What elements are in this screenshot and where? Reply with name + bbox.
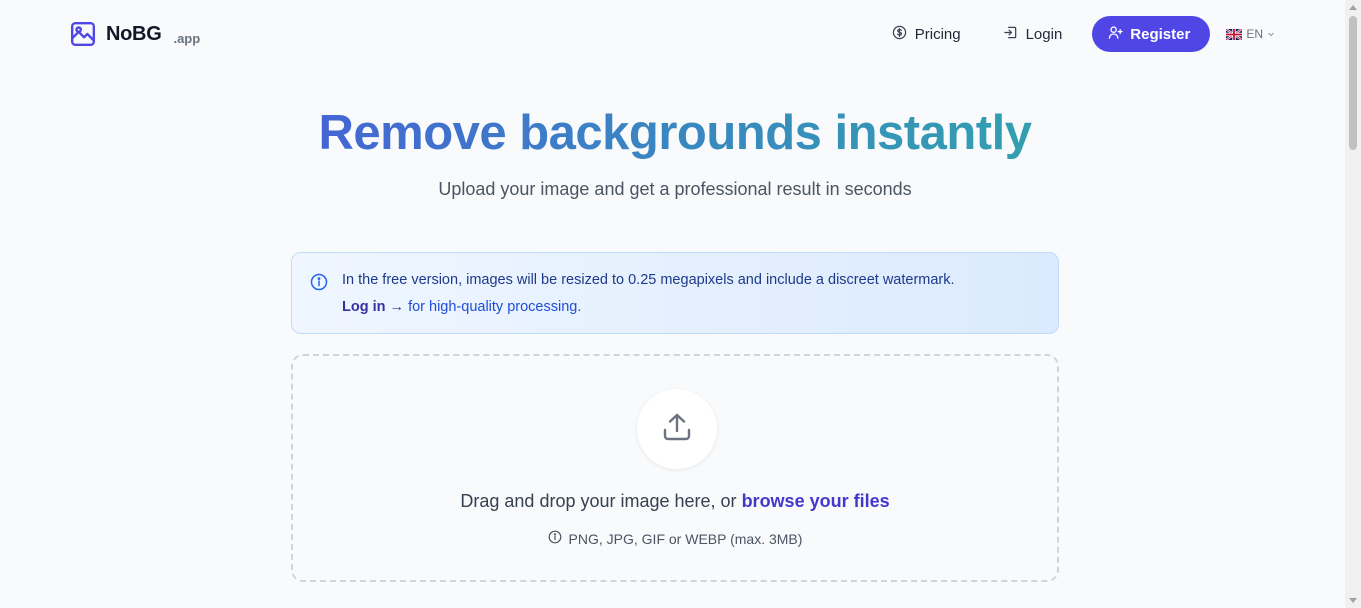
- login-icon: [1003, 25, 1018, 44]
- uk-flag-icon: [1225, 27, 1243, 41]
- brand-logo[interactable]: NoBG .app: [70, 21, 200, 47]
- upload-dropzone[interactable]: Drag and drop your image here, or browse…: [291, 354, 1059, 582]
- user-plus-icon: [1108, 25, 1124, 44]
- scroll-up-arrow-icon[interactable]: [1349, 5, 1357, 10]
- formats-text: PNG, JPG, GIF or WEBP (max. 3MB): [568, 530, 803, 547]
- browse-files-link[interactable]: browse your files: [742, 491, 890, 511]
- image-icon: [70, 21, 96, 47]
- dollar-circle-icon: [892, 25, 907, 44]
- language-selector[interactable]: EN: [1225, 27, 1275, 41]
- notice-text: In the free version, images will be resi…: [342, 271, 955, 333]
- navbar: NoBG .app Pricing Login Register EN: [0, 0, 1345, 68]
- upload-button[interactable]: [637, 389, 717, 469]
- pricing-label: Pricing: [914, 25, 961, 43]
- notice-login-rest: for high-quality processing.: [408, 299, 582, 315]
- pricing-link[interactable]: Pricing: [880, 17, 973, 52]
- info-icon: [310, 273, 328, 291]
- login-label: Login: [1025, 25, 1063, 43]
- scrollbar-thumb[interactable]: [1349, 16, 1357, 150]
- page-subtitle: Upload your image and get a professional…: [438, 179, 912, 199]
- dropzone-instructions: Drag and drop your image here, or browse…: [293, 491, 1057, 512]
- dropzone-formats: PNG, JPG, GIF or WEBP (max. 3MB): [293, 530, 1057, 547]
- register-label: Register: [1130, 25, 1191, 43]
- upload-icon: [660, 410, 694, 449]
- page-title: Remove backgrounds instantly: [0, 104, 1350, 162]
- login-link[interactable]: Login: [991, 17, 1075, 52]
- nav-actions: Pricing Login Register EN: [880, 16, 1275, 52]
- scroll-down-arrow-icon[interactable]: [1349, 598, 1357, 603]
- free-version-notice: In the free version, images will be resi…: [291, 252, 1059, 334]
- brand-suffix: .app: [173, 30, 201, 46]
- notice-login-link[interactable]: Log in: [342, 299, 386, 315]
- dropzone-text: Drag and drop your image here, or: [460, 491, 737, 511]
- language-label: EN: [1246, 27, 1263, 41]
- register-button[interactable]: Register: [1092, 16, 1211, 52]
- vertical-scrollbar[interactable]: [1345, 0, 1361, 608]
- notice-login-line: Log in → for high-quality processing.: [342, 293, 955, 321]
- brand-name: NoBG: [106, 22, 162, 45]
- chevron-down-icon: [1267, 27, 1275, 41]
- arrow-right-icon: →: [389, 299, 405, 315]
- notice-message: In the free version, images will be resi…: [342, 272, 955, 288]
- info-small-icon: [548, 530, 562, 547]
